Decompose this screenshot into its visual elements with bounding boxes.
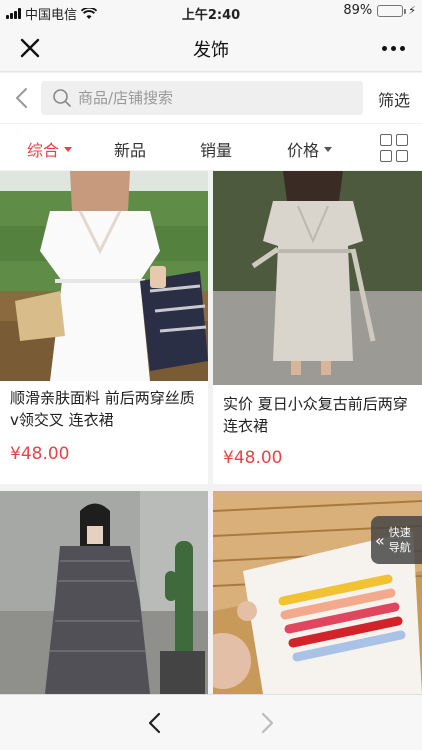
back-chevron-icon[interactable] [12,86,32,110]
quick-nav-label: 快速导航 [388,526,411,554]
search-icon [53,89,71,107]
search-input[interactable] [78,89,348,107]
more-icon[interactable] [378,34,408,62]
forward-chevron-icon[interactable] [257,711,277,735]
status-bar: 中国电信 上午2:40 89% ⚡ [0,0,422,24]
bottom-toolbar [0,694,422,750]
search-box[interactable] [41,81,363,115]
search-row: 筛选 [0,73,422,123]
product-card[interactable]: 实价 夏日小众复古前后两穿连衣裙 ¥48.00 [213,171,422,484]
tab-label: 价格 [287,141,320,160]
tab-sales[interactable]: 销量 [200,137,232,161]
product-image [0,171,208,381]
product-name: 顺滑亲肤面料 前后两穿丝质v领交叉 连衣裙 [10,389,195,429]
quick-nav-button[interactable]: « 快速导航 [371,516,422,564]
battery-icon [377,4,407,17]
caret-down-icon [324,146,333,152]
double-chevron-left-icon: « [375,530,385,550]
page-title: 发饰 [193,40,229,61]
tab-label: 销量 [200,141,233,160]
tab-price[interactable]: 价格 [287,137,333,161]
tab-newest[interactable]: 新品 [114,137,146,161]
charging-icon: ⚡ [408,4,416,17]
product-card[interactable] [0,491,208,694]
product-price: ¥48.00 [223,448,283,468]
sort-tabs: 综合 新品 销量 价格 [0,123,422,170]
product-image [213,171,422,385]
product-name: 实价 夏日小众复古前后两穿连衣裙 [223,395,408,435]
back-chevron-icon[interactable] [145,711,165,735]
product-image [0,491,208,694]
grid-view-toggle-icon[interactable] [380,134,408,162]
caret-down-icon [64,146,73,152]
filter-button[interactable]: 筛选 [378,87,410,111]
tab-label: 新品 [114,141,147,160]
nav-bar: 发饰 [0,24,422,72]
product-card[interactable]: 顺滑亲肤面料 前后两穿丝质v领交叉 连衣裙 ¥48.00 [0,171,208,484]
tab-label: 综合 [27,141,60,160]
product-price: ¥48.00 [10,444,70,464]
tab-comprehensive[interactable]: 综合 [27,137,73,161]
battery-percent: 89% [343,3,373,18]
